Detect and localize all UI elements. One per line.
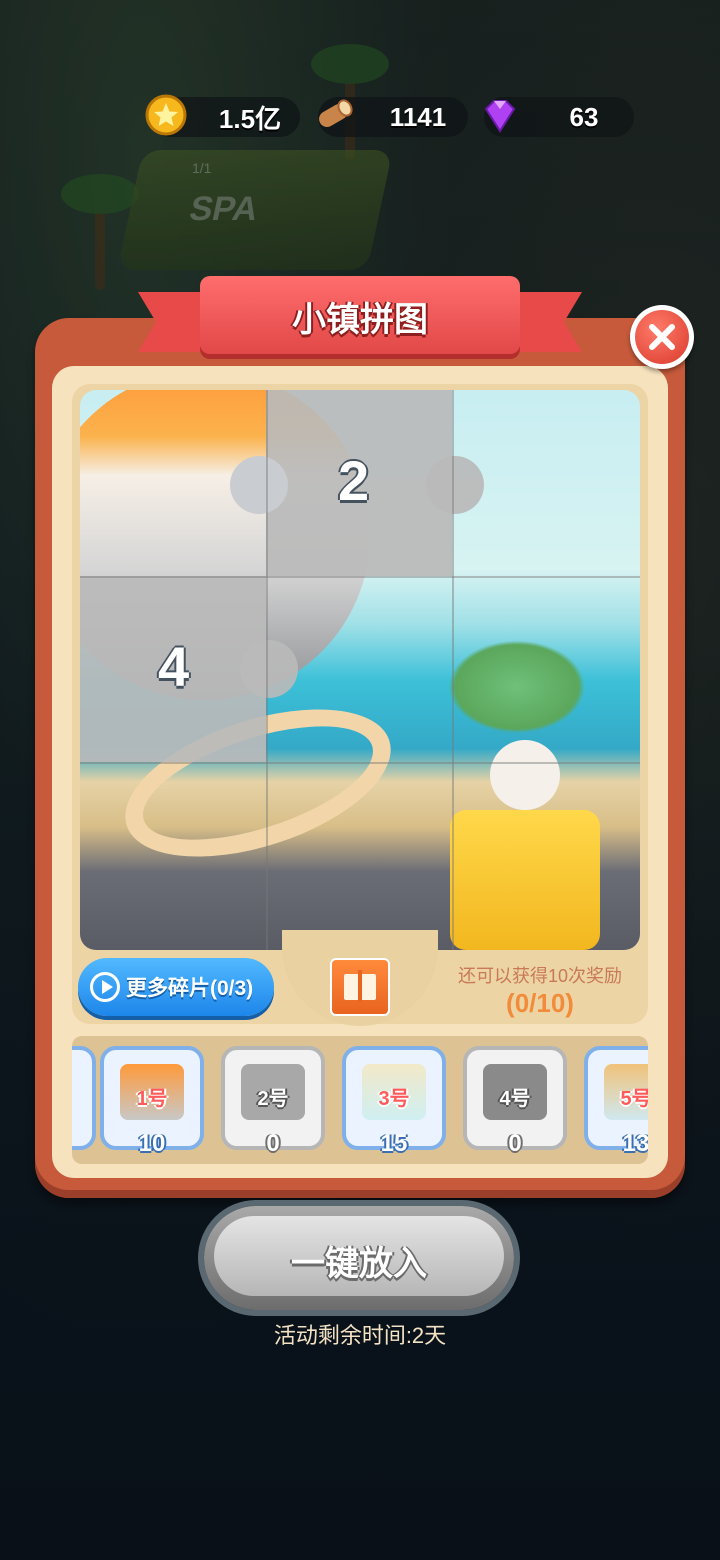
play-video-icon	[90, 972, 120, 1002]
chef-building	[450, 740, 600, 950]
event-time-left: 活动剩余时间:2天	[273, 1323, 447, 1348]
title-banner: 小镇拼图	[200, 276, 520, 354]
piece-count: 0	[508, 1130, 522, 1157]
pieces-tray[interactable]: 1号 10 2号 0 3号 15 4号 0 5号 13	[72, 1036, 648, 1164]
piece-count: 0	[266, 1130, 280, 1157]
more-pieces-label: 更多碎片(0/3)	[126, 977, 254, 1000]
slot-number: 4	[158, 635, 190, 698]
reward-progress: (0/10)	[506, 988, 574, 1018]
grid-line	[80, 576, 640, 578]
tray-piece-1[interactable]: 1号 10	[100, 1046, 204, 1157]
place-all-button[interactable]: 一键放入	[204, 1206, 514, 1310]
gold-resource: 1.5亿	[145, 94, 300, 137]
tray-piece-3[interactable]: 3号 15	[342, 1046, 446, 1157]
piece-count: 13	[622, 1130, 648, 1157]
gift-box-icon[interactable]	[330, 958, 390, 1016]
wood-log-icon	[319, 99, 353, 127]
tray-piece-5[interactable]: 5号 13	[584, 1046, 648, 1157]
dialog-title: 小镇拼图	[292, 301, 428, 339]
piece-label: 4号	[499, 1088, 531, 1110]
reward-remaining-text: 还可以获得10次奖励	[457, 966, 623, 986]
grid-line	[452, 390, 454, 950]
piece-label: 1号	[136, 1088, 168, 1110]
tray-piece-4[interactable]: 4号 0	[463, 1046, 567, 1157]
gold-value: 1.5亿	[218, 103, 282, 134]
puzzle-board: 2 4	[80, 390, 640, 950]
slot-notch	[230, 456, 288, 514]
slot-tab	[426, 456, 484, 514]
piece-label: 2号	[257, 1088, 289, 1110]
piece-label: 5号	[620, 1088, 648, 1110]
grid-line	[80, 762, 640, 764]
close-icon	[635, 310, 689, 364]
gem-resource: 63	[484, 97, 634, 137]
gold-coin-icon	[145, 94, 187, 136]
gem-value: 63	[569, 101, 599, 132]
slot-tab	[240, 640, 298, 698]
more-pieces-button[interactable]: 更多碎片(0/3)	[78, 958, 274, 1016]
tray-piece-partial[interactable]	[72, 1046, 96, 1150]
piece-count: 15	[380, 1130, 408, 1157]
piece-count: 10	[138, 1130, 166, 1157]
piece-label: 3号	[378, 1088, 410, 1110]
close-button[interactable]	[630, 305, 694, 369]
tray-piece-2[interactable]: 2号 0	[221, 1046, 325, 1157]
grid-line	[266, 390, 268, 950]
purple-gem-icon	[484, 100, 516, 133]
wood-value: 1141	[389, 101, 447, 132]
slot-number: 2	[338, 449, 370, 512]
place-all-label: 一键放入	[291, 1245, 427, 1283]
wood-resource: 1141	[318, 97, 468, 137]
